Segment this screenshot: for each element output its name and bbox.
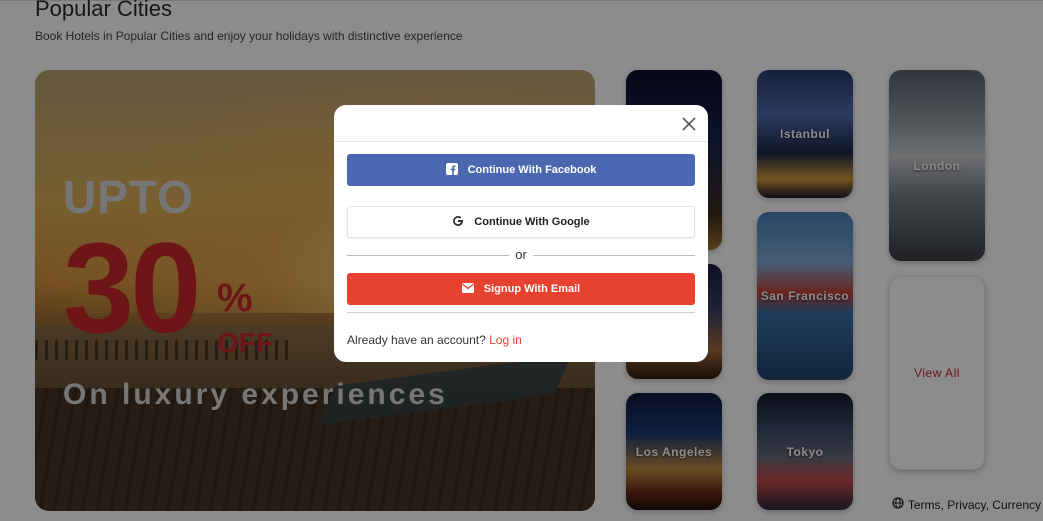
continue-facebook-button[interactable]: Continue With Facebook [347, 154, 695, 186]
login-link[interactable]: Log in [489, 333, 522, 347]
facebook-icon [445, 162, 458, 178]
login-prompt: Already have an account? Log in [347, 333, 522, 347]
close-icon[interactable] [680, 115, 698, 133]
signup-modal: Continue With Facebook Continue With Goo… [334, 105, 708, 362]
facebook-button-label: Continue With Facebook [467, 164, 597, 176]
signup-email-button[interactable]: Signup With Email [347, 273, 695, 305]
google-icon [452, 215, 464, 230]
modal-footer-divider [347, 312, 695, 313]
modal-header-divider [334, 141, 708, 142]
email-button-label: Signup With Email [483, 283, 581, 295]
google-button-label: Continue With Google [474, 216, 590, 228]
email-icon [461, 282, 474, 296]
or-line-right [533, 255, 695, 256]
or-separator: or [347, 246, 695, 264]
already-account-text: Already have an account? [347, 333, 486, 347]
continue-google-button[interactable]: Continue With Google [347, 206, 695, 238]
